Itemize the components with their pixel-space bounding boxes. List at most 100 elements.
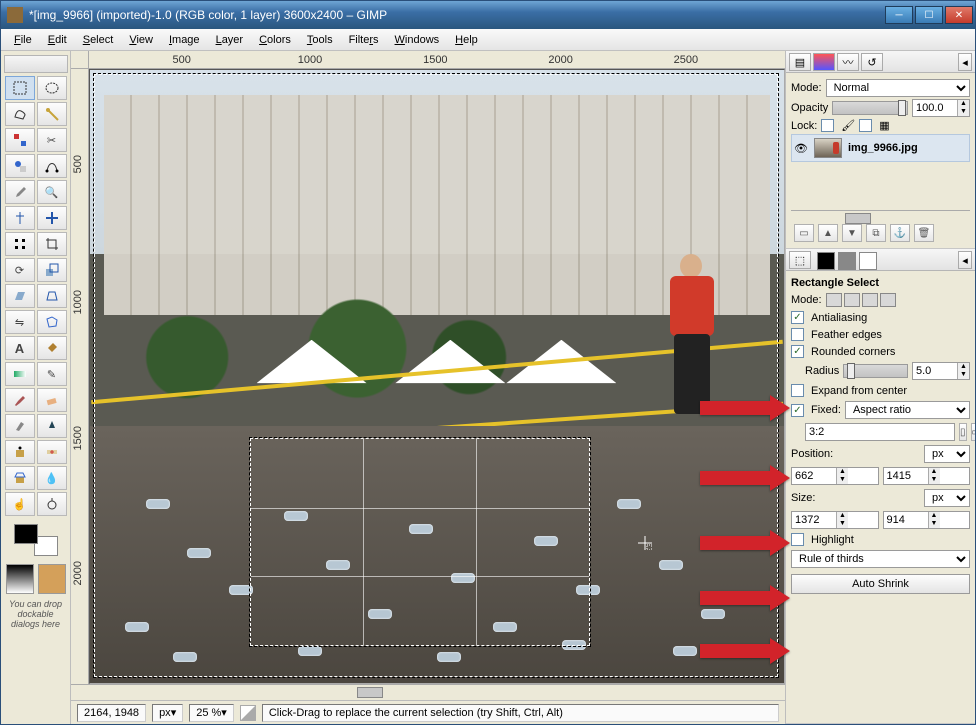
- tool-by-color-select[interactable]: [5, 128, 35, 152]
- opacity-spin[interactable]: ▲▼: [912, 99, 970, 117]
- menu-filters[interactable]: Filters: [342, 32, 386, 48]
- highlight-check[interactable]: [791, 533, 804, 546]
- menu-help[interactable]: Help: [448, 32, 485, 48]
- tool-blur[interactable]: 💧: [37, 466, 67, 490]
- tool-pencil[interactable]: ✎: [37, 362, 67, 386]
- active-gradient[interactable]: [6, 564, 34, 594]
- tool-heal[interactable]: [37, 440, 67, 464]
- tool-free-select[interactable]: [5, 102, 35, 126]
- menu-layer[interactable]: Layer: [209, 32, 251, 48]
- tool-blend[interactable]: [5, 362, 35, 386]
- canvas[interactable]: [89, 69, 785, 684]
- tool-flip[interactable]: ⇋: [5, 310, 35, 334]
- menu-view[interactable]: View: [122, 32, 160, 48]
- menu-edit[interactable]: Edit: [41, 32, 74, 48]
- selmode-replace[interactable]: [826, 293, 842, 307]
- tool-bucket-fill[interactable]: [37, 336, 67, 360]
- tool-fuzzy-select[interactable]: [37, 102, 67, 126]
- tool-ellipse-select[interactable]: [37, 76, 67, 100]
- tool-smudge[interactable]: ☝: [5, 492, 35, 516]
- layer-up-icon[interactable]: ▲: [818, 224, 838, 242]
- close-button[interactable]: ✕: [945, 6, 973, 24]
- tool-shear[interactable]: [5, 284, 35, 308]
- tool-scale[interactable]: [37, 258, 67, 282]
- fixed-select[interactable]: Aspect ratio: [845, 401, 970, 419]
- tool-paintbrush[interactable]: [5, 388, 35, 412]
- menu-colors[interactable]: Colors: [252, 32, 298, 48]
- lock-alpha-check[interactable]: [859, 119, 872, 132]
- tool-paths[interactable]: [37, 154, 67, 178]
- tool-move[interactable]: [37, 206, 67, 230]
- menu-select[interactable]: Select: [76, 32, 121, 48]
- feather-check[interactable]: [791, 328, 804, 341]
- opacity-slider[interactable]: [832, 101, 908, 115]
- status-unit-select[interactable]: px ▾: [152, 704, 183, 722]
- tool-clone[interactable]: [5, 440, 35, 464]
- menu-windows[interactable]: Windows: [388, 32, 447, 48]
- active-brush[interactable]: [38, 564, 66, 594]
- size-unit-select[interactable]: px: [924, 489, 970, 507]
- maximize-button[interactable]: ☐: [915, 6, 943, 24]
- tab-tool-options[interactable]: ⬚: [789, 251, 811, 269]
- tool-foreground-select[interactable]: [5, 154, 35, 178]
- layer-dup-icon[interactable]: ⧉: [866, 224, 886, 242]
- layer-delete-icon[interactable]: 🗑: [914, 224, 934, 242]
- swatch-white[interactable]: [859, 252, 877, 270]
- tool-ink[interactable]: [37, 414, 67, 438]
- pos-x-spin[interactable]: ▲▼: [791, 467, 879, 485]
- status-zoom-select[interactable]: 25 % ▾: [189, 704, 234, 722]
- color-fg-bg[interactable]: [12, 522, 60, 558]
- layer-down-icon[interactable]: ▼: [842, 224, 862, 242]
- layers-hscroll[interactable]: [791, 210, 970, 222]
- guides-select[interactable]: Rule of thirds: [791, 550, 970, 568]
- tool-airbrush[interactable]: [5, 414, 35, 438]
- ruler-corner[interactable]: [71, 51, 89, 68]
- tab-undo[interactable]: ↺: [861, 53, 883, 71]
- layer-anchor-icon[interactable]: ⚓: [890, 224, 910, 242]
- expand-check[interactable]: [791, 384, 804, 397]
- tool-align[interactable]: [5, 232, 35, 256]
- tool-dodge-burn[interactable]: [37, 492, 67, 516]
- tool-text[interactable]: A: [5, 336, 35, 360]
- tool-scissors[interactable]: ✂: [37, 128, 67, 152]
- tool-rotate[interactable]: ⟳: [5, 258, 35, 282]
- tool-eraser[interactable]: [37, 388, 67, 412]
- layer-new-icon[interactable]: ▭: [794, 224, 814, 242]
- toolbox-tab-strip[interactable]: [4, 55, 68, 73]
- menu-image[interactable]: Image: [162, 32, 207, 48]
- tab-layers[interactable]: ▤: [789, 53, 811, 71]
- minimize-button[interactable]: ─: [885, 6, 913, 24]
- pos-y-spin[interactable]: ▲▼: [883, 467, 971, 485]
- pos-unit-select[interactable]: px: [924, 445, 970, 463]
- layer-name[interactable]: img_9966.jpg: [848, 142, 918, 154]
- ratio-input[interactable]: [805, 423, 955, 441]
- tool-rect-select[interactable]: [5, 76, 35, 100]
- layer-row[interactable]: 👁 img_9966.jpg: [791, 134, 970, 162]
- foreground-color-swatch[interactable]: [14, 524, 38, 544]
- swatch-grey[interactable]: [838, 252, 856, 270]
- layer-visibility-icon[interactable]: 👁: [794, 142, 808, 155]
- tool-measure[interactable]: [5, 206, 35, 230]
- tool-zoom[interactable]: 🔍: [37, 180, 67, 204]
- selmode-add[interactable]: [844, 293, 860, 307]
- ratio-landscape-icon[interactable]: ▭: [971, 423, 975, 441]
- menu-file[interactable]: File: [7, 32, 39, 48]
- radius-spin[interactable]: ▲▼: [912, 362, 970, 380]
- status-cancel-icon[interactable]: [240, 705, 256, 721]
- size-w-spin[interactable]: ▲▼: [791, 511, 879, 529]
- tool-perspective[interactable]: [37, 284, 67, 308]
- tab-channels[interactable]: [813, 53, 835, 71]
- swatch-black[interactable]: [817, 252, 835, 270]
- ruler-vertical[interactable]: 500 1000 1500 2000: [71, 69, 89, 684]
- tool-cage[interactable]: [37, 310, 67, 334]
- canvas-hscrollbar[interactable]: [71, 684, 785, 700]
- tool-crop[interactable]: [37, 232, 67, 256]
- ratio-portrait-icon[interactable]: ▯: [959, 423, 967, 441]
- size-h-spin[interactable]: ▲▼: [883, 511, 971, 529]
- selmode-intersect[interactable]: [880, 293, 896, 307]
- blend-mode-select[interactable]: Normal: [826, 79, 970, 97]
- menu-tools[interactable]: Tools: [300, 32, 340, 48]
- fixed-check[interactable]: ✓: [791, 404, 804, 417]
- selection-marquee[interactable]: [250, 438, 590, 646]
- tool-color-picker[interactable]: [5, 180, 35, 204]
